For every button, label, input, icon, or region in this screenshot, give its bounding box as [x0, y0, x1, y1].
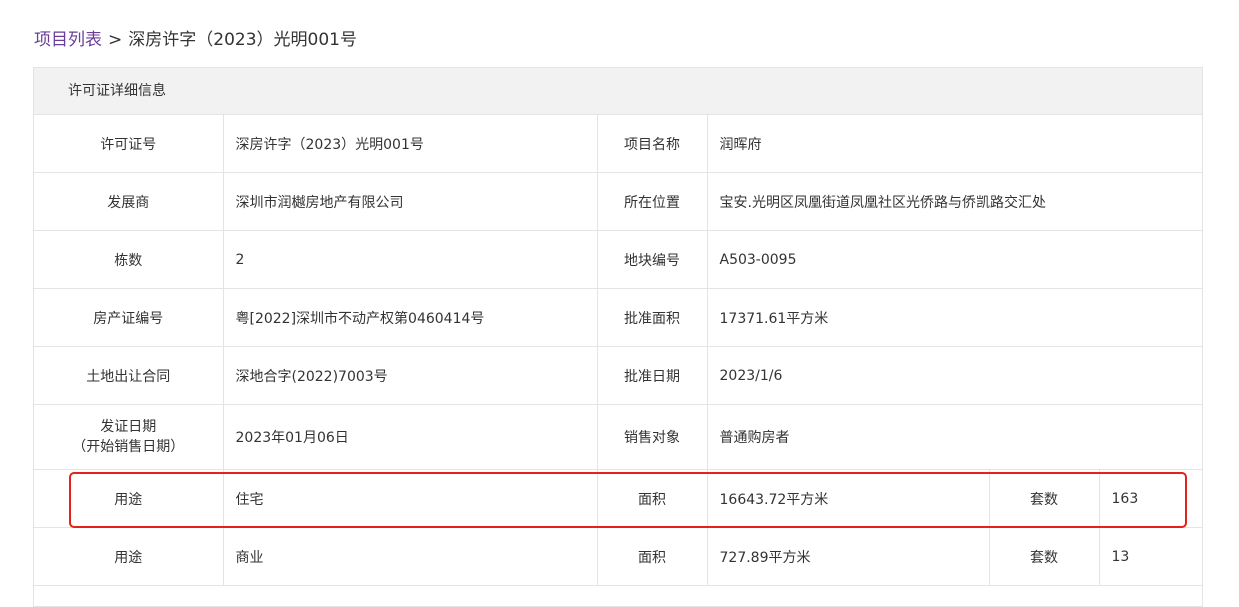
- table-row: 房产证编号 粤[2022]深圳市不动产权第0460414号 批准面积 17371…: [34, 288, 1203, 347]
- field-label: 批准日期: [596, 346, 708, 405]
- breadcrumb: 项目列表 > 深房许字（2023）光明001号: [34, 28, 357, 52]
- field-label: 所在位置: [596, 172, 708, 231]
- table-row: 发展商 深圳市润樾房地产有限公司 所在位置 宝安.光明区凤凰街道凤凰社区光侨路与…: [34, 172, 1203, 231]
- panel-title: 许可证详细信息: [34, 68, 1202, 115]
- field-value: 深圳市润樾房地产有限公司: [222, 172, 598, 231]
- field-label: 面积: [596, 469, 708, 528]
- field-label: 许可证号: [34, 115, 224, 173]
- breadcrumb-current: 深房许字（2023）光明001号: [128, 30, 357, 50]
- table-row-usage-commercial: 用途 商业 面积 727.89平方米 套数 13: [34, 527, 1203, 586]
- field-value: 普通购房者: [706, 404, 1203, 470]
- field-value: 2023/1/6: [706, 346, 1203, 405]
- field-label: 面积: [596, 527, 708, 586]
- field-label: 用途: [34, 469, 224, 528]
- field-label: 套数: [988, 469, 1100, 528]
- field-label: 批准面积: [596, 288, 708, 347]
- field-label: 用途: [34, 527, 224, 586]
- field-label: 土地出让合同: [34, 346, 224, 405]
- field-label: 栋数: [34, 230, 224, 289]
- permit-detail-panel: 许可证详细信息 许可证号 深房许字（2023）光明001号 项目名称 润晖府 发…: [33, 67, 1203, 607]
- permit-info-table: 许可证号 深房许字（2023）光明001号 项目名称 润晖府 发展商 深圳市润樾…: [34, 115, 1203, 586]
- field-value: 2023年01月06日: [222, 404, 598, 470]
- field-label-line: 发证日期: [100, 419, 157, 435]
- breadcrumb-separator: >: [108, 30, 123, 50]
- field-label-line: （开始销售日期）: [72, 439, 185, 455]
- field-label: 销售对象: [596, 404, 708, 470]
- field-label: 发证日期 （开始销售日期）: [34, 404, 224, 470]
- field-label: 房产证编号: [34, 288, 224, 347]
- field-value: 163: [1098, 469, 1203, 528]
- field-value: 住宅: [222, 469, 598, 528]
- field-value: 宝安.光明区凤凰街道凤凰社区光侨路与侨凯路交汇处: [706, 172, 1203, 231]
- field-value: 深地合字(2022)7003号: [222, 346, 598, 405]
- field-value: 727.89平方米: [706, 527, 990, 586]
- table-row: 栋数 2 地块编号 A503-0095: [34, 230, 1203, 289]
- field-value: 2: [222, 230, 598, 289]
- field-value: A503-0095: [706, 230, 1203, 289]
- table-row: 土地出让合同 深地合字(2022)7003号 批准日期 2023/1/6: [34, 346, 1203, 405]
- field-label: 套数: [988, 527, 1100, 586]
- field-value: 商业: [222, 527, 598, 586]
- field-value: 深房许字（2023）光明001号: [222, 115, 598, 173]
- field-value: 16643.72平方米: [706, 469, 990, 528]
- table-row: 发证日期 （开始销售日期） 2023年01月06日 销售对象 普通购房者: [34, 404, 1203, 470]
- table-row: 许可证号 深房许字（2023）光明001号 项目名称 润晖府: [34, 115, 1203, 173]
- field-value: 17371.61平方米: [706, 288, 1203, 347]
- field-label: 项目名称: [596, 115, 708, 173]
- field-value: 润晖府: [706, 115, 1203, 173]
- field-label: 发展商: [34, 172, 224, 231]
- breadcrumb-link-project-list[interactable]: 项目列表: [34, 30, 102, 50]
- table-row-usage-residential: 用途 住宅 面积 16643.72平方米 套数 163: [34, 469, 1203, 528]
- field-value: 粤[2022]深圳市不动产权第0460414号: [222, 288, 598, 347]
- field-value: 13: [1098, 527, 1203, 586]
- field-label: 地块编号: [596, 230, 708, 289]
